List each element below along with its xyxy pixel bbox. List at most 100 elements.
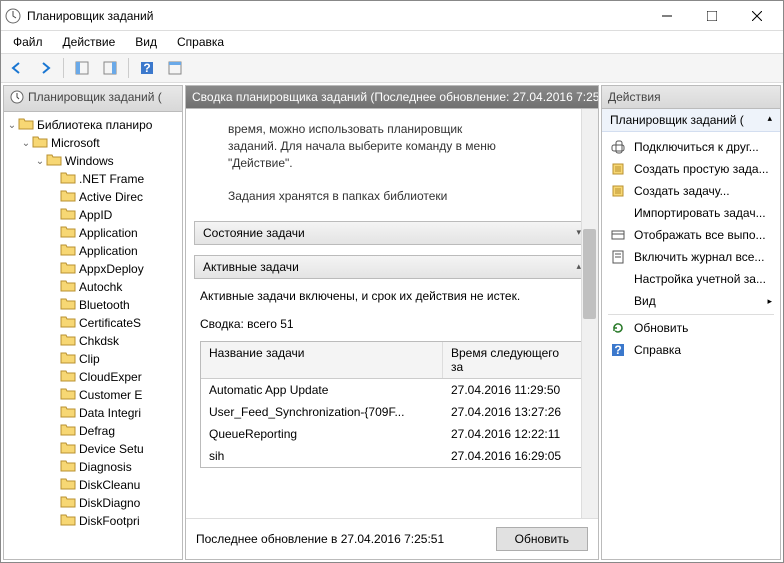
tree-item[interactable]: Chkdsk <box>4 332 182 350</box>
menu-view[interactable]: Вид <box>127 33 165 51</box>
tree-item[interactable]: Data Integri <box>4 404 182 422</box>
maximize-button[interactable] <box>689 2 734 30</box>
title-bar: Планировщик заданий <box>1 1 783 31</box>
tree-label: DiskDiagno <box>79 496 140 510</box>
menu-file[interactable]: Файл <box>5 33 51 51</box>
tree-item[interactable]: Customer E <box>4 386 182 404</box>
active-description: Активные задачи включены, и срок их дейс… <box>200 289 584 303</box>
toolbar-separator <box>63 58 64 78</box>
task-name: Automatic App Update <box>201 381 443 399</box>
folder-icon <box>60 494 79 513</box>
action-item[interactable]: Вид▸ <box>602 290 780 312</box>
tree-item[interactable]: ⌄ Библиотека планиро <box>4 116 182 134</box>
action-item[interactable]: Создать задачу... <box>602 180 780 202</box>
summary-header: Сводка планировщика заданий (Последнее о… <box>186 86 598 109</box>
menu-bar: Файл Действие Вид Справка <box>1 31 783 53</box>
status-section-header[interactable]: Состояние задачи ▾ <box>194 221 590 245</box>
refresh-button[interactable]: Обновить <box>496 527 588 551</box>
tree-label: Defrag <box>79 424 115 438</box>
tree-item[interactable]: CertificateS <box>4 314 182 332</box>
minimize-button[interactable] <box>644 2 689 30</box>
tree-item[interactable]: Active Direc <box>4 188 182 206</box>
folder-tree[interactable]: ⌄Библиотека планиро⌄Microsoft⌄Windows.NE… <box>4 112 182 559</box>
action-item[interactable]: Включить журнал все... <box>602 246 780 268</box>
tree-item[interactable]: Bluetooth <box>4 296 182 314</box>
action-item[interactable]: Создать простую зада... <box>602 158 780 180</box>
tree-label: Customer E <box>79 388 142 402</box>
tree-item[interactable]: DiskCleanu <box>4 476 182 494</box>
table-row[interactable]: User_Feed_Synchronization-{709F...27.04.… <box>201 401 583 423</box>
tree-item[interactable]: Application <box>4 224 182 242</box>
scrollbar[interactable] <box>581 109 598 518</box>
tree-item[interactable]: Device Setu <box>4 440 182 458</box>
tree-label: Active Direc <box>79 190 143 204</box>
window-title: Планировщик заданий <box>27 9 644 23</box>
tree-item[interactable]: ⌄ Windows <box>4 152 182 170</box>
close-button[interactable] <box>734 2 779 30</box>
tree-item[interactable]: CloudExper <box>4 368 182 386</box>
tree-item[interactable]: DiskFootpri <box>4 512 182 530</box>
actions-header: Действия <box>602 86 780 109</box>
app-icon <box>5 8 21 24</box>
toolbar-separator <box>128 58 129 78</box>
tree-item[interactable]: Defrag <box>4 422 182 440</box>
panel-button[interactable] <box>163 56 187 80</box>
folder-icon <box>60 170 79 189</box>
task-icon <box>610 183 626 199</box>
action-label: Обновить <box>634 321 772 335</box>
tree-label: Chkdsk <box>79 334 119 348</box>
active-summary: Сводка: всего 51 <box>200 317 584 331</box>
tree-label: Windows <box>65 154 114 168</box>
help-button[interactable]: ? <box>135 56 159 80</box>
action-item[interactable]: Отображать все выпо... <box>602 224 780 246</box>
action-item[interactable]: Настройка учетной за... <box>602 268 780 290</box>
task-time: 27.04.2016 16:29:05 <box>443 447 583 465</box>
tree-item[interactable]: .NET Frame <box>4 170 182 188</box>
tree-expander[interactable]: ⌄ <box>34 156 46 167</box>
folder-icon <box>32 134 51 153</box>
tree-label: Библиотека планиро <box>37 118 152 132</box>
tree-item[interactable]: DiskDiagno <box>4 494 182 512</box>
menu-help[interactable]: Справка <box>169 33 232 51</box>
action-item[interactable]: ?Справка <box>602 339 780 361</box>
toolbar: ? <box>1 53 783 83</box>
action-label: Импортировать задач... <box>634 206 772 220</box>
tree-item[interactable]: Diagnosis <box>4 458 182 476</box>
summary-body: время, можно использовать планировщик за… <box>186 109 598 518</box>
table-row[interactable]: Automatic App Update27.04.2016 11:29:50 <box>201 379 583 401</box>
back-button[interactable] <box>5 56 29 80</box>
refresh-bar: Последнее обновление в 27.04.2016 7:25:5… <box>186 518 598 559</box>
actions-list: Подключиться к друг...Создать простую за… <box>602 132 780 365</box>
link-icon <box>610 139 626 155</box>
table-row[interactable]: sih27.04.2016 16:29:05 <box>201 445 583 467</box>
folder-icon <box>60 458 79 477</box>
summary-pane: Сводка планировщика заданий (Последнее о… <box>185 85 599 560</box>
action-item[interactable]: Обновить <box>602 317 780 339</box>
tree-item[interactable]: AppID <box>4 206 182 224</box>
table-row[interactable]: QueueReporting27.04.2016 12:22:11 <box>201 423 583 445</box>
active-section-header[interactable]: Активные задачи ▴ <box>194 255 590 279</box>
panel-right-button[interactable] <box>98 56 122 80</box>
tree-item[interactable]: AppxDeploy <box>4 260 182 278</box>
tree-label: Data Integri <box>79 406 141 420</box>
tree-label: CertificateS <box>79 316 141 330</box>
action-label: Вид <box>634 294 759 308</box>
panel-left-button[interactable] <box>70 56 94 80</box>
actions-pane: Действия Планировщик заданий ( ▴ Подключ… <box>601 85 781 560</box>
forward-button[interactable] <box>33 56 57 80</box>
tree-label: Diagnosis <box>79 460 132 474</box>
tree-item[interactable]: Application <box>4 242 182 260</box>
tree-item[interactable]: ⌄Microsoft <box>4 134 182 152</box>
col-task-name[interactable]: Название задачи <box>201 342 443 378</box>
action-item[interactable]: Импортировать задач... <box>602 202 780 224</box>
tree-item[interactable]: Autochk <box>4 278 182 296</box>
action-item[interactable]: Подключиться к друг... <box>602 136 780 158</box>
tree-expander[interactable]: ⌄ <box>20 138 32 149</box>
tree-label: Autochk <box>79 280 122 294</box>
scrollbar-thumb[interactable] <box>583 229 596 319</box>
table-header: Название задачи Время следующего за <box>201 342 583 379</box>
menu-action[interactable]: Действие <box>55 33 124 51</box>
tree-item[interactable]: Clip <box>4 350 182 368</box>
tree-expander[interactable]: ⌄ <box>6 120 18 131</box>
col-next-run[interactable]: Время следующего за <box>443 342 583 378</box>
